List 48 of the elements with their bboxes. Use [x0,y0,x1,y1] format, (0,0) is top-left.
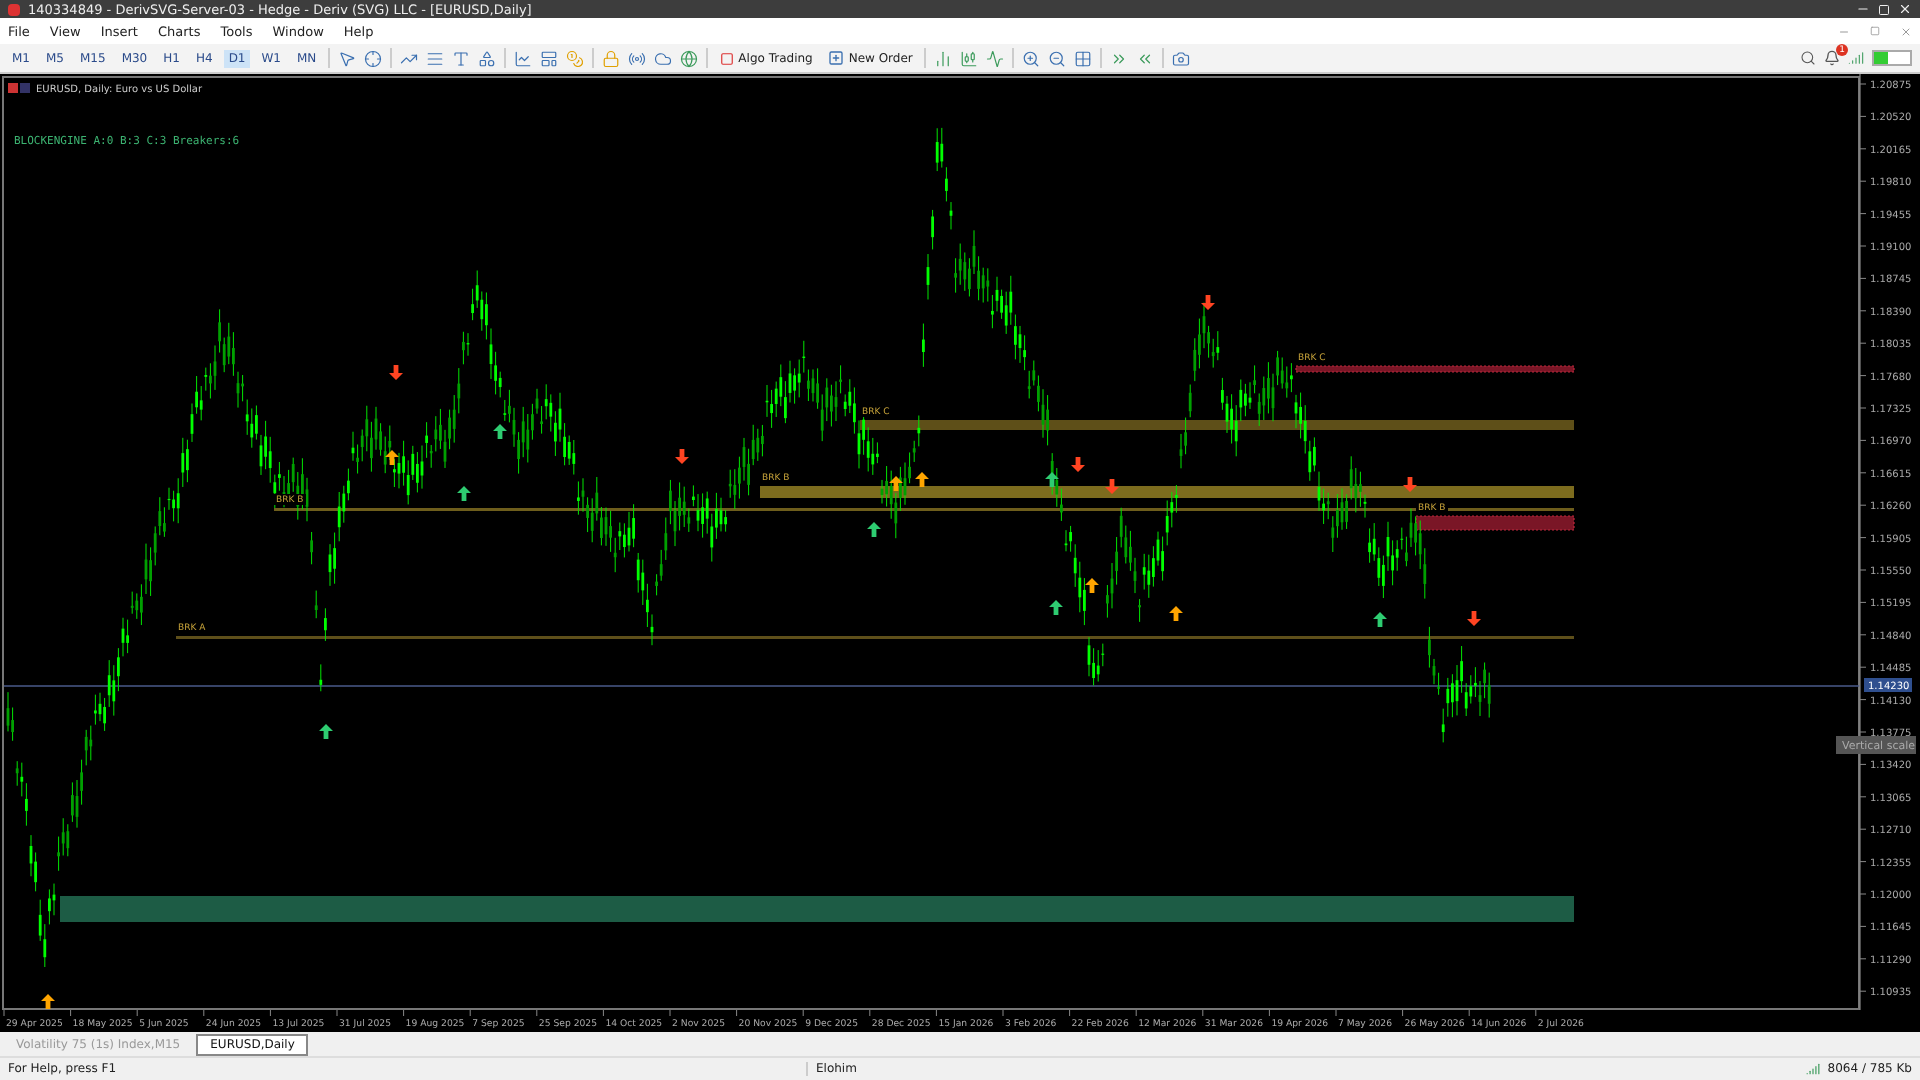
up-arrow-icon [1085,578,1099,593]
stop-icon [720,51,735,65]
up-arrow-icon [41,994,55,1009]
shift-icon[interactable] [1136,49,1155,67]
up-arrow-icon [1169,606,1183,621]
lock-icon[interactable] [602,49,621,67]
shapes-icon[interactable] [478,49,497,67]
zoom-in-icon[interactable] [1022,49,1041,67]
up-arrow-icon [385,450,399,465]
flag-icon [8,83,30,93]
search-icon[interactable] [1800,50,1816,66]
up-arrow-icon [457,486,471,501]
connection-icon[interactable] [1848,50,1864,66]
up-arrow-icon [1045,472,1059,487]
plus-icon [828,50,845,66]
indicator-icon[interactable] [514,49,533,67]
up-arrow-icon [1373,612,1387,627]
trend-line-icon[interactable] [400,49,419,67]
down-arrow-icon [675,449,689,464]
signal-icon[interactable] [628,49,647,67]
template-icon[interactable] [540,49,559,67]
grid-icon[interactable] [1074,49,1093,67]
down-arrow-icon [1071,457,1085,472]
candlestick-icon[interactable] [960,49,979,67]
up-arrow-icon [1049,600,1063,615]
notification-icon[interactable] [1824,50,1840,66]
down-arrow-icon [1467,611,1481,626]
down-arrow-icon [1105,479,1119,494]
zoom-out-icon[interactable] [1048,49,1067,67]
down-arrow-icon [389,365,403,380]
globe-icon[interactable] [680,49,699,67]
up-arrow-icon [319,724,333,739]
line-chart-icon[interactable] [986,49,1005,67]
text-icon[interactable] [452,49,471,67]
lines-icon[interactable] [426,49,445,67]
down-arrow-icon [1201,295,1215,310]
up-arrow-icon [493,424,507,439]
connection-meter-icon [1872,50,1912,66]
crosshair-icon[interactable] [364,49,383,67]
up-arrow-icon [867,522,881,537]
connection-icon [1805,1062,1820,1076]
cloud-icon[interactable] [654,49,673,67]
down-arrow-icon [1403,477,1417,492]
app-logo-icon [8,3,20,15]
screenshot-icon[interactable] [1172,49,1191,67]
scroll-icon[interactable] [1110,49,1129,67]
cursor-icon[interactable] [338,49,357,67]
bar-chart-icon[interactable] [934,49,953,67]
